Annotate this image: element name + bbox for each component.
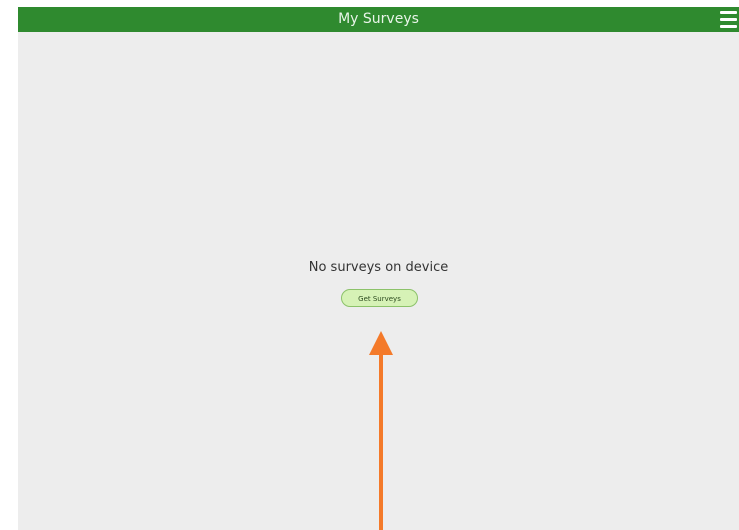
arrow-head [369,331,393,355]
app-screen: My Surveys No surveys on device Get Surv… [18,7,739,530]
menu-bar-top [720,11,737,14]
arrow-shaft [379,353,383,530]
get-surveys-button[interactable]: Get Surveys [341,289,418,307]
header-bar: My Surveys [18,7,739,32]
empty-state: No surveys on device Get Surveys [18,259,739,307]
arrow-up-icon [369,331,393,530]
menu-bar-middle [720,18,737,21]
page-title: My Surveys [338,11,419,27]
empty-message: No surveys on device [308,260,449,275]
hamburger-menu-icon[interactable] [717,9,739,31]
menu-bar-bottom [720,25,737,28]
